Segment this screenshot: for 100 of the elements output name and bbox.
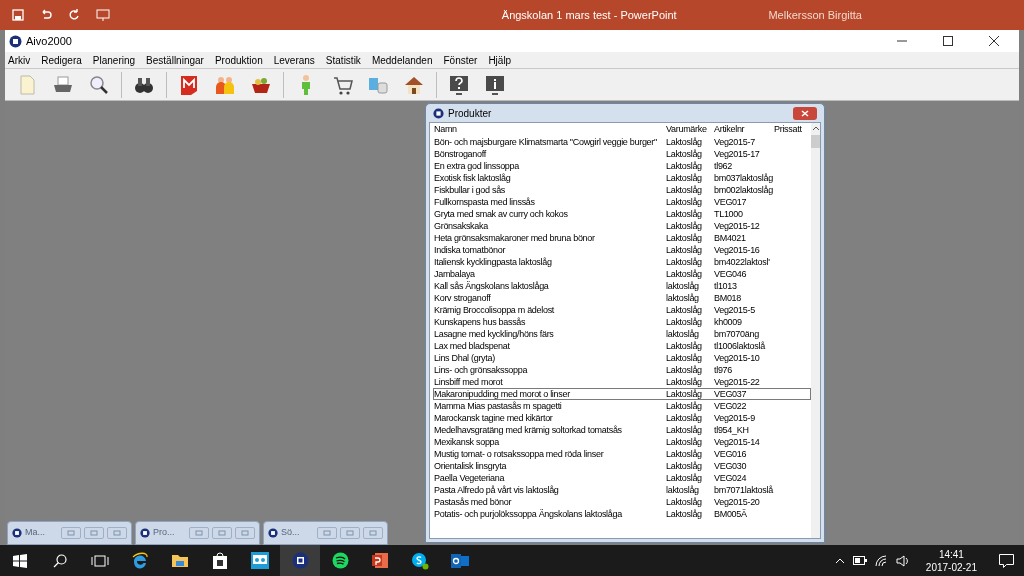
- table-row[interactable]: Orientalisk linsgryta Laktoslåg VEG030: [433, 460, 811, 472]
- menu-item[interactable]: Hjälp: [488, 52, 512, 68]
- letter-m-tile-icon[interactable]: [178, 73, 200, 96]
- slideshow-icon[interactable]: [96, 9, 110, 21]
- table-cell: Laktoslåg: [666, 461, 702, 471]
- column-header[interactable]: Varumärke: [666, 124, 707, 134]
- column-header[interactable]: Prissatt: [774, 124, 802, 134]
- table-row[interactable]: Gryta med smak av curry och kokos Laktoslåg TL1000: [433, 208, 811, 220]
- table-row[interactable]: Lins- och grönsakssoppa Laktoslåg tl976: [433, 364, 811, 376]
- table-row[interactable]: Fullkornspasta med linssås Laktoslåg VEG017: [433, 196, 811, 208]
- table-row[interactable]: Mamma Mias pastasås m spagetti Laktoslåg VEG022: [433, 400, 811, 412]
- table-row[interactable]: Jambalaya Laktoslåg VEG046: [433, 268, 811, 280]
- table-cell: Laktoslåg: [666, 353, 702, 363]
- column-header[interactable]: Artikelnr: [714, 124, 745, 134]
- table-cell: Laktoslåg: [666, 233, 702, 243]
- undo-icon[interactable]: [40, 9, 52, 21]
- close-icon[interactable]: [989, 36, 999, 46]
- table-row[interactable]: Linsbiff med morot Laktoslåg Veg2015-22: [433, 376, 811, 388]
- menu-item[interactable]: Leverans: [273, 52, 315, 68]
- table-cell: Potatis- och purjolökssoppa Ängskolans laktoslåga: [434, 509, 622, 519]
- info-icon[interactable]: [484, 73, 506, 96]
- search-icon[interactable]: [53, 553, 67, 568]
- redo-icon[interactable]: [68, 9, 80, 21]
- clock[interactable]: 14:41 2017-02-21: [925, 547, 977, 574]
- scrollbar[interactable]: [811, 123, 820, 538]
- table-cell: Veg2015-14: [714, 437, 760, 447]
- table-row[interactable]: Bön- och majsburgare Klimatsmarta "Cowgirl veggie burger" Laktoslåg Veg2015-7: [433, 136, 811, 148]
- store-icon[interactable]: [212, 552, 228, 569]
- window-title: Sö...: [281, 526, 301, 540]
- table-cell: BM4021: [714, 233, 746, 243]
- table-row[interactable]: Mustig tomat- o rotsakssoppa med röda linser Laktoslåg VEG016: [433, 448, 811, 460]
- table-cell: Laktoslåg: [666, 365, 702, 375]
- table-row[interactable]: Bönstroganoff Laktoslåg Veg2015-17: [433, 148, 811, 160]
- menu-item[interactable]: Planering: [92, 52, 136, 68]
- maximize-icon[interactable]: [943, 36, 953, 46]
- window-control-icon: [218, 530, 226, 536]
- notification-icon[interactable]: [999, 553, 1014, 568]
- table-row[interactable]: Paella Vegeteriana Laktoslåg VEG024: [433, 472, 811, 484]
- table-cell: Mustig tomat- o rotsakssoppa med röda linser: [434, 449, 604, 459]
- table-row[interactable]: Pastasås med bönor Laktoslåg Veg2015-20: [433, 496, 811, 508]
- window-control-icon: [346, 530, 354, 536]
- column-header[interactable]: Namn: [434, 124, 457, 134]
- scroll-thumb[interactable]: [811, 135, 820, 148]
- table-row[interactable]: Potatis- och purjolökssoppa Ängskolans laktoslåga Laktoslåg BM005Ä: [433, 508, 811, 520]
- table-cell: Laktoslåg: [666, 209, 702, 219]
- battery-icon[interactable]: [852, 556, 867, 565]
- table-row[interactable]: Korv stroganoff laktoslåg BM018: [433, 292, 811, 304]
- speaker-icon[interactable]: [895, 554, 910, 567]
- chat-icon[interactable]: [411, 551, 429, 570]
- menu-item[interactable]: Beställningar: [146, 52, 204, 68]
- table-row[interactable]: Mexikansk soppa Laktoslåg Veg2015-14: [433, 436, 811, 448]
- app-icon[interactable]: [291, 552, 309, 569]
- table-cell: VEG017: [714, 197, 747, 207]
- table-row[interactable]: Fiskbullar i god sås Laktoslåg bm002laktoslåg: [433, 184, 811, 196]
- menu-item[interactable]: Arkiv: [8, 52, 31, 68]
- table-row[interactable]: Heta grönsaksmakaroner med bruna bönor Laktoslåg BM4021: [433, 232, 811, 244]
- table-row[interactable]: Pasta Alfredo på vårt vis laktoslåg laktoslåg bm7071laktoslå: [433, 484, 811, 496]
- help-icon[interactable]: [448, 73, 470, 96]
- wifi-icon[interactable]: [874, 554, 888, 567]
- task-view-icon[interactable]: [91, 554, 109, 567]
- table-row[interactable]: Indiska tomatbönor Laktoslåg Veg2015-16: [433, 244, 811, 256]
- music-icon[interactable]: [331, 552, 349, 569]
- menu-item[interactable]: Fönster: [443, 52, 478, 68]
- table-cell: Lax med bladspenat: [434, 341, 510, 351]
- table-cell: Medelhavsgratäng med krämig soltorkad tomatsås: [434, 425, 622, 435]
- table-row[interactable]: Exotisk fisk laktoslåg Laktoslåg bm037laktoslåg: [433, 172, 811, 184]
- folder-icon[interactable]: [171, 553, 189, 568]
- menu-item[interactable]: Redigera: [41, 52, 82, 68]
- table-cell: Lins Dhal (gryta): [434, 353, 495, 363]
- chevron-up-icon[interactable]: [834, 557, 845, 564]
- table-cell: Laktoslåg: [666, 257, 702, 267]
- window-control-icon: [113, 530, 121, 536]
- table-cell: Laktoslåg: [666, 497, 702, 507]
- slides-app-icon[interactable]: [371, 552, 389, 569]
- close-button[interactable]: [793, 106, 817, 120]
- table-cell: Laktoslåg: [666, 473, 702, 483]
- table-cell: Veg2015-9: [714, 413, 755, 423]
- table-row[interactable]: Medelhavsgratäng med krämig soltorkad tomatsås Laktoslåg tl954_KH: [433, 424, 811, 436]
- table-row[interactable]: Kall sås Ängskolans laktoslåga laktoslåg tl1013: [433, 280, 811, 292]
- table-cell: Orientalisk linsgryta: [434, 461, 507, 471]
- table-cell: Laktoslåg: [666, 389, 702, 399]
- table-row[interactable]: Lasagne med kyckling/höns färs laktoslåg bm7070äng: [433, 328, 811, 340]
- table-row[interactable]: Krämig Broccolisoppa m ädelost Laktoslåg Veg2015-5: [433, 304, 811, 316]
- table-cell: BM005Ä: [714, 509, 747, 519]
- table-row[interactable]: Italiensk kycklingpasta laktoslåg Laktoslåg bm4022laktosl': [433, 256, 811, 268]
- menu-item[interactable]: Produktion: [214, 52, 263, 68]
- window-icon: [140, 528, 150, 538]
- mail-icon[interactable]: [451, 552, 469, 569]
- browser-icon[interactable]: [131, 551, 149, 570]
- table-row[interactable]: Marockansk tagine med kikärtor Laktoslåg Veg2015-9: [433, 412, 811, 424]
- table-row[interactable]: En extra god linssoppa Laktoslåg tl962: [433, 160, 811, 172]
- table-row[interactable]: Makaronipudding med morot o linser Laktoslåg VEG037: [433, 388, 811, 400]
- menu-item[interactable]: Statistik: [325, 52, 361, 68]
- magnifier-icon[interactable]: [88, 73, 110, 96]
- menu-item[interactable]: Meddelanden: [371, 52, 433, 68]
- table-row[interactable]: Lax med bladspenat Laktoslåg tl1006laktoslå: [433, 340, 811, 352]
- save-icon[interactable]: [12, 9, 24, 21]
- table-row[interactable]: Grönsakskaka Laktoslåg Veg2015-12: [433, 220, 811, 232]
- table-row[interactable]: Lins Dhal (gryta) Laktoslåg Veg2015-10: [433, 352, 811, 364]
- table-row[interactable]: Kunskapens hus bassås Laktoslåg kh0009: [433, 316, 811, 328]
